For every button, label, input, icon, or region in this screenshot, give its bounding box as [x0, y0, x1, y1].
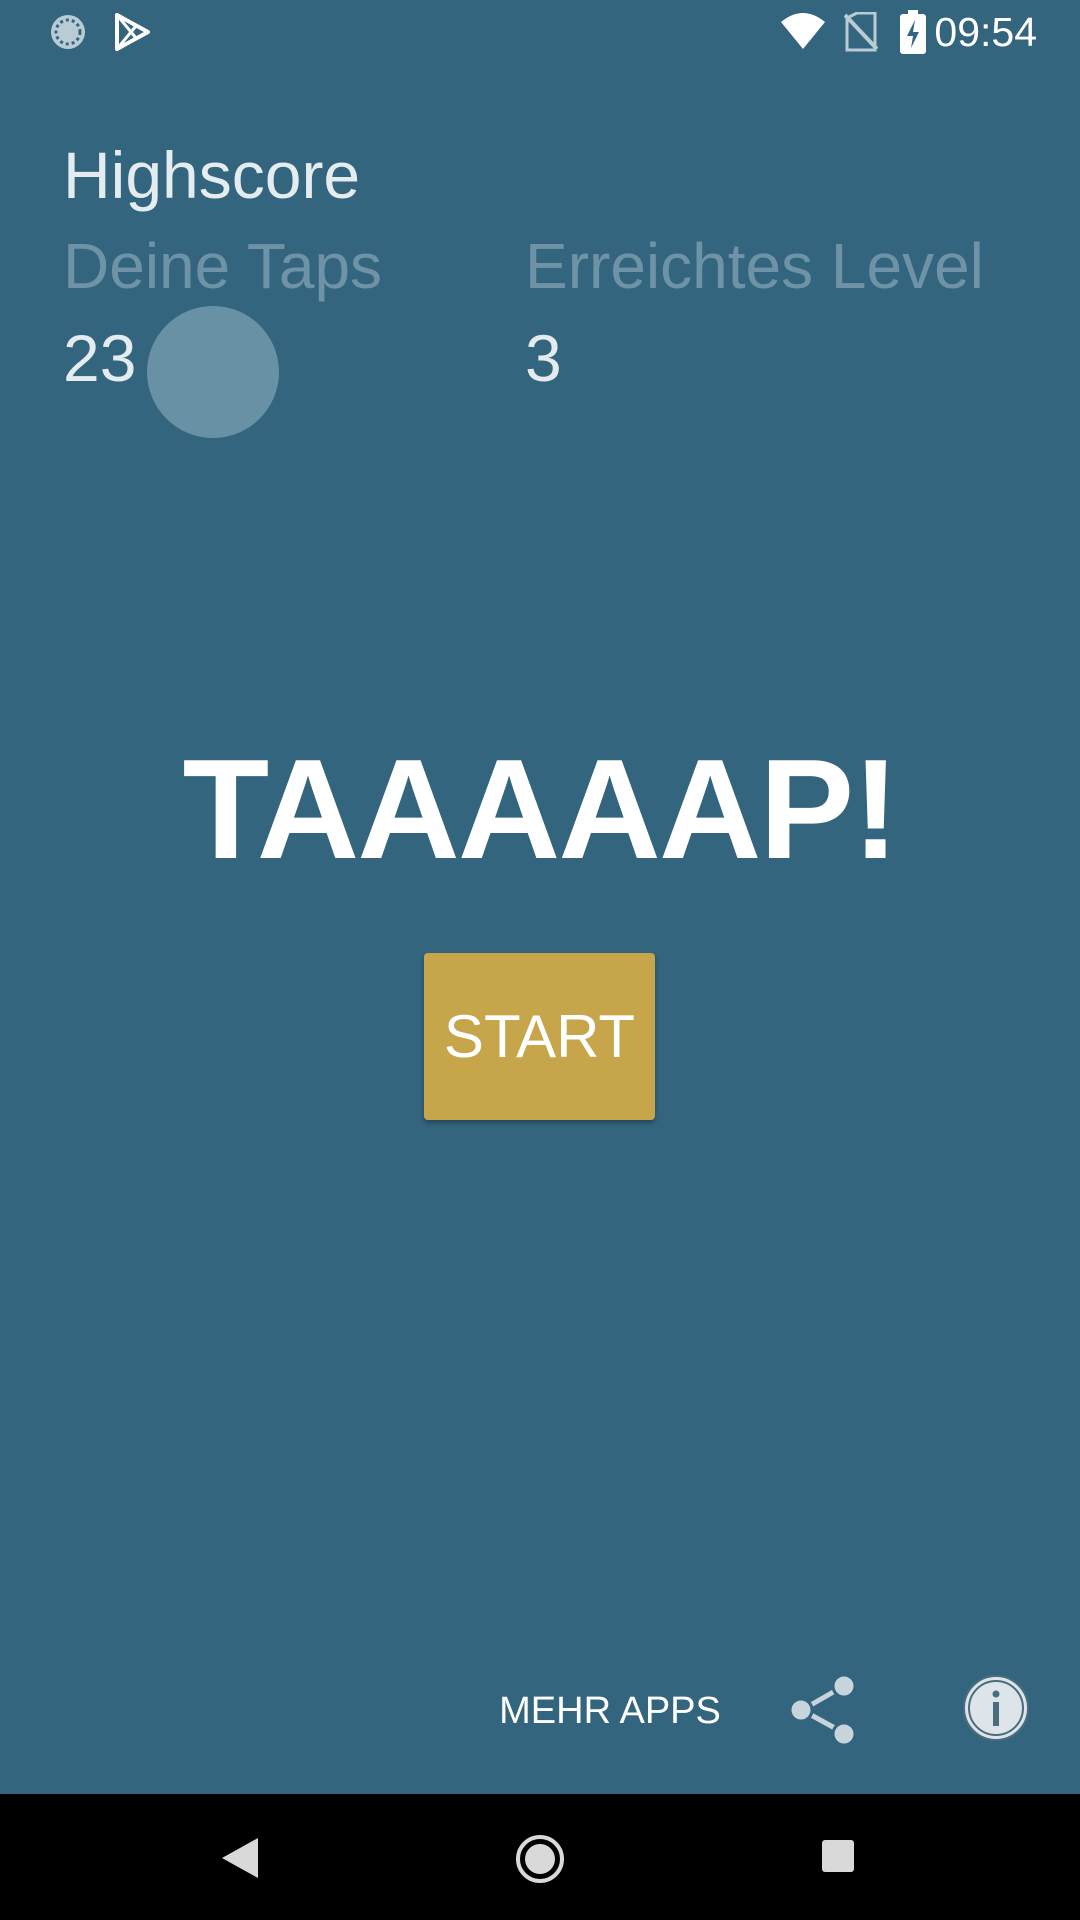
- recents-icon: [822, 1840, 854, 1872]
- taps-value: 23: [63, 321, 137, 395]
- battery-charging-icon: [900, 10, 926, 59]
- home-button[interactable]: [515, 1834, 565, 1889]
- navigation-bar: [0, 1794, 1080, 1920]
- more-apps-button[interactable]: MEHR APPS: [490, 1683, 730, 1739]
- play-store-icon: [112, 12, 152, 57]
- info-icon: [963, 1675, 1029, 1741]
- share-button[interactable]: [784, 1672, 864, 1752]
- touch-indicator: [147, 306, 279, 438]
- game-title: TAAAAAP!: [182, 730, 900, 889]
- level-label: Erreichtes Level: [525, 230, 984, 302]
- back-icon: [222, 1838, 258, 1878]
- share-icon: [788, 1673, 857, 1747]
- start-button[interactable]: START: [424, 953, 655, 1120]
- status-bar: 09:54: [0, 0, 1080, 63]
- wifi-icon: [780, 12, 826, 55]
- recents-button[interactable]: [820, 1838, 856, 1879]
- status-clock: 09:54: [934, 9, 1037, 55]
- sync-icon: [48, 12, 88, 57]
- level-value: 3: [525, 321, 562, 395]
- back-button[interactable]: [218, 1834, 262, 1887]
- info-button[interactable]: [960, 1672, 1032, 1744]
- highscore-title: Highscore: [63, 138, 361, 212]
- no-sim-icon: [843, 11, 879, 57]
- home-icon: [516, 1835, 564, 1883]
- taps-label: Deine Taps: [63, 230, 383, 302]
